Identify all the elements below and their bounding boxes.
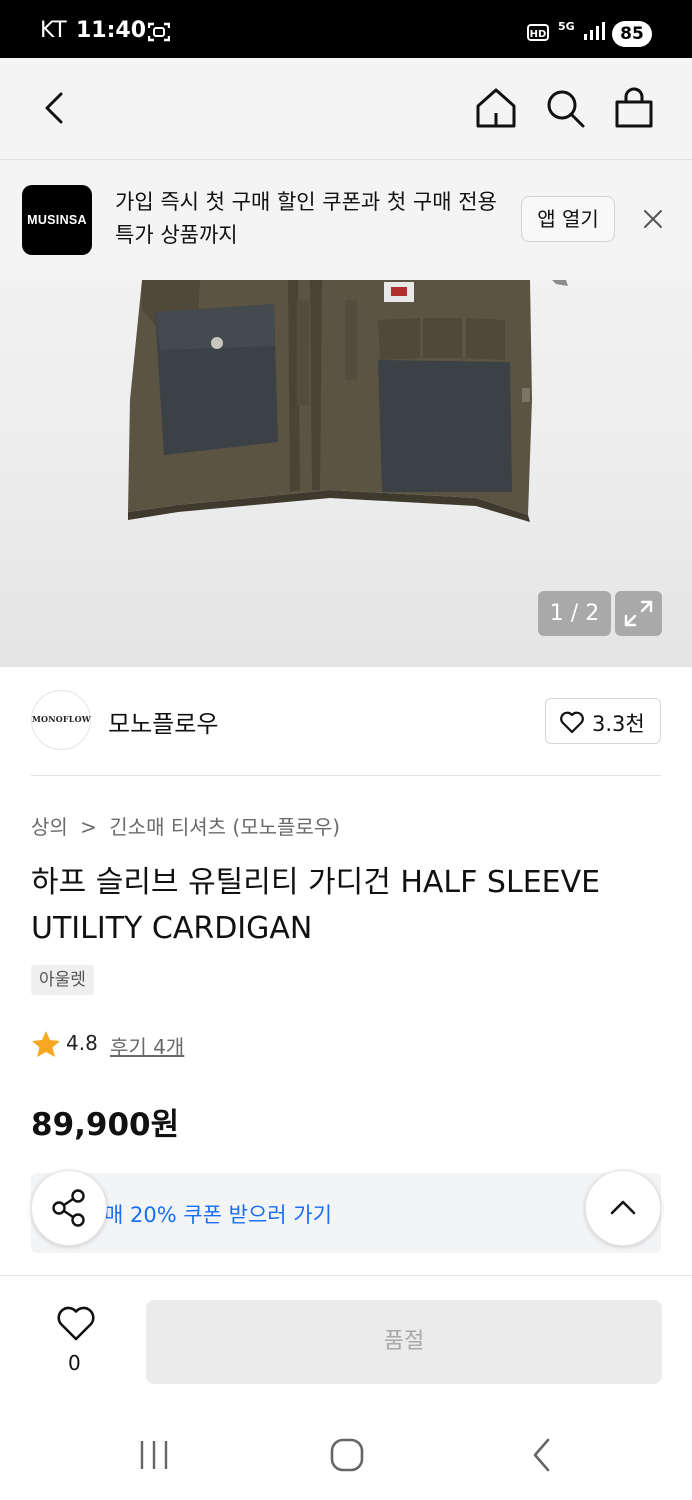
wish-count: 0	[68, 1351, 81, 1375]
status-bar: KT 11:40 HD 5G 85	[0, 0, 692, 58]
screenshot-icon	[148, 22, 170, 42]
app-promo-banner: MUSINSA 가입 즉시 첫 구매 할인 쿠폰과 첫 구매 전용 특가 상품까…	[0, 160, 692, 280]
clock: 11:40	[76, 18, 147, 43]
promo-text: 가입 즉시 첫 구매 할인 쿠폰과 첫 구매 전용 특가 상품까지	[115, 190, 497, 247]
chevron-up-icon	[610, 1200, 636, 1215]
bag-icon[interactable]	[612, 86, 656, 130]
breadcrumb-subcategory[interactable]: 긴소매 티셔츠 (모노플로우)	[109, 815, 340, 839]
musinsa-logo: MUSINSA	[22, 185, 92, 255]
search-icon[interactable]	[543, 86, 587, 130]
nav-back-icon[interactable]	[526, 1436, 558, 1474]
outlet-tag: 아울렛	[31, 965, 94, 995]
product-title: 하프 슬리브 유틸리티 가디건 HALF SLEEVE UTILITY CARD…	[31, 865, 601, 946]
expand-button[interactable]	[615, 591, 662, 636]
home-circle-icon[interactable]	[329, 1437, 365, 1473]
top-nav-bar	[0, 58, 692, 160]
home-icon[interactable]	[474, 86, 518, 130]
image-counter: 1 / 2	[538, 591, 611, 636]
carrier-label: KT	[40, 18, 68, 43]
hd-voice-icon: HD	[527, 24, 549, 41]
brand-like-button[interactable]: 3.3천	[545, 698, 661, 744]
breadcrumb-category[interactable]: 상의	[31, 815, 68, 839]
heart-icon[interactable]	[56, 1304, 96, 1342]
star-icon	[32, 1031, 60, 1057]
reviews-link[interactable]: 후기 4개	[110, 1031, 184, 1060]
breadcrumb-separator: >	[80, 815, 97, 839]
product-price: 89,900원	[31, 1107, 180, 1143]
heart-icon	[560, 711, 584, 734]
system-nav-bar	[0, 1410, 692, 1500]
expand-icon	[624, 600, 653, 627]
brand-logo-text: MONOFLOW	[32, 714, 91, 724]
signal-icon	[584, 22, 605, 40]
battery-indicator: 85	[612, 21, 652, 47]
rating-score: 4.8	[66, 1031, 98, 1055]
scroll-top-button[interactable]	[585, 1170, 661, 1246]
recents-icon[interactable]	[136, 1438, 172, 1472]
open-app-button[interactable]: 앱 열기	[521, 196, 615, 242]
coupon-text[interactable]: 매 20% 쿠폰 받으러 가기	[104, 1199, 332, 1229]
share-icon	[52, 1189, 85, 1227]
sold-out-button[interactable]: 품절	[146, 1300, 662, 1384]
back-icon[interactable]	[33, 86, 77, 130]
breadcrumb: 상의 > 긴소매 티셔츠 (모노플로우)	[31, 811, 346, 840]
brand-logo-avatar[interactable]: MONOFLOW	[31, 690, 91, 750]
share-button[interactable]	[31, 1170, 107, 1246]
brand-like-count: 3.3천	[592, 712, 645, 736]
close-icon[interactable]	[640, 206, 666, 232]
network-icon: 5G	[558, 20, 575, 33]
divider	[31, 775, 661, 776]
brand-name[interactable]: 모노플로우	[108, 704, 218, 739]
